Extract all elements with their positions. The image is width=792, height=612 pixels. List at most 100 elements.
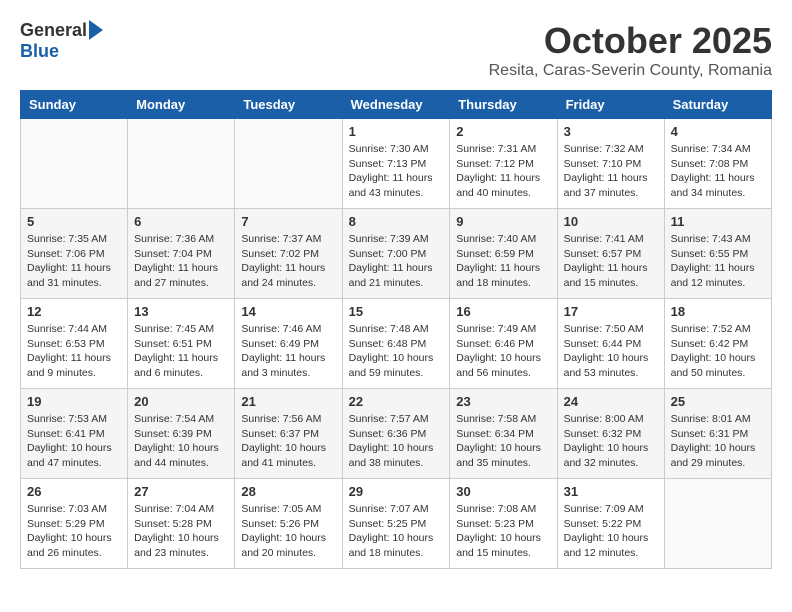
calendar-day-cell: 26 Sunrise: 7:03 AM Sunset: 5:29 PM Dayli… (21, 479, 128, 569)
calendar-table: SundayMondayTuesdayWednesdayThursdayFrid… (20, 90, 772, 569)
day-info: Sunrise: 7:09 AM Sunset: 5:22 PM Dayligh… (564, 502, 658, 561)
calendar-day-cell: 6Sunrise: 7:36 AM Sunset: 7:04 PM Daylig… (128, 209, 235, 299)
weekday-header-row: SundayMondayTuesdayWednesdayThursdayFrid… (21, 91, 772, 119)
day-info: Sunrise: 7:41 AM Sunset: 6:57 PM Dayligh… (564, 232, 658, 291)
calendar-day-cell: 17 Sunrise: 7:50 AM Sunset: 6:44 PM Dayli… (557, 299, 664, 389)
day-number: 8 (349, 214, 444, 229)
calendar-day-cell (128, 119, 235, 209)
calendar-day-cell: 31 Sunrise: 7:09 AM Sunset: 5:22 PM Dayli… (557, 479, 664, 569)
day-info: Sunrise: 7:34 AM Sunset: 7:08 PM Dayligh… (671, 142, 765, 201)
page-header: General Blue October 2025 Resita, Caras-… (20, 20, 772, 80)
calendar-day-cell: 14 Sunrise: 7:46 AM Sunset: 6:49 PM Dayli… (235, 299, 342, 389)
day-number: 11 (671, 214, 765, 229)
day-number: 3 (564, 124, 658, 139)
day-number: 1 (349, 124, 444, 139)
day-info: Sunrise: 7:37 AM Sunset: 7:02 PM Dayligh… (241, 232, 335, 291)
day-info: Sunrise: 7:03 AM Sunset: 5:29 PM Dayligh… (27, 502, 121, 561)
calendar-week-row: 1 Sunrise: 7:30 AM Sunset: 7:13 PM Daylig… (21, 119, 772, 209)
calendar-day-cell: 16Sunrise: 7:49 AM Sunset: 6:46 PM Dayli… (450, 299, 557, 389)
day-info: Sunrise: 7:08 AM Sunset: 5:23 PM Dayligh… (456, 502, 550, 561)
weekday-header-wednesday: Wednesday (342, 91, 450, 119)
day-info: Sunrise: 7:43 AM Sunset: 6:55 PM Dayligh… (671, 232, 765, 291)
calendar-day-cell (21, 119, 128, 209)
day-info: Sunrise: 8:00 AM Sunset: 6:32 PM Dayligh… (564, 412, 658, 471)
day-info: Sunrise: 7:46 AM Sunset: 6:49 PM Dayligh… (241, 322, 335, 381)
calendar-day-cell: 12Sunrise: 7:44 AM Sunset: 6:53 PM Dayli… (21, 299, 128, 389)
day-number: 22 (349, 394, 444, 409)
day-info: Sunrise: 7:52 AM Sunset: 6:42 PM Dayligh… (671, 322, 765, 381)
calendar-day-cell: 18Sunrise: 7:52 AM Sunset: 6:42 PM Dayli… (664, 299, 771, 389)
day-info: Sunrise: 7:04 AM Sunset: 5:28 PM Dayligh… (134, 502, 228, 561)
title-section: October 2025 Resita, Caras-Severin Count… (489, 20, 772, 80)
calendar-day-cell: 3 Sunrise: 7:32 AM Sunset: 7:10 PM Daylig… (557, 119, 664, 209)
day-number: 14 (241, 304, 335, 319)
calendar-day-cell: 1 Sunrise: 7:30 AM Sunset: 7:13 PM Daylig… (342, 119, 450, 209)
month-title: October 2025 (489, 20, 772, 62)
day-number: 24 (564, 394, 658, 409)
day-info: Sunrise: 7:45 AM Sunset: 6:51 PM Dayligh… (134, 322, 228, 381)
day-number: 30 (456, 484, 550, 499)
calendar-day-cell: 29 Sunrise: 7:07 AM Sunset: 5:25 PM Dayli… (342, 479, 450, 569)
day-number: 2 (456, 124, 550, 139)
day-number: 20 (134, 394, 228, 409)
day-info: Sunrise: 7:30 AM Sunset: 7:13 PM Dayligh… (349, 142, 444, 201)
calendar-day-cell: 5 Sunrise: 7:35 AM Sunset: 7:06 PM Daylig… (21, 209, 128, 299)
day-number: 21 (241, 394, 335, 409)
calendar-day-cell: 27 Sunrise: 7:04 AM Sunset: 5:28 PM Dayli… (128, 479, 235, 569)
calendar-day-cell: 4 Sunrise: 7:34 AM Sunset: 7:08 PM Daylig… (664, 119, 771, 209)
day-info: Sunrise: 7:35 AM Sunset: 7:06 PM Dayligh… (27, 232, 121, 291)
logo-arrow-icon (89, 20, 103, 40)
calendar-week-row: 5 Sunrise: 7:35 AM Sunset: 7:06 PM Daylig… (21, 209, 772, 299)
calendar-day-cell: 25Sunrise: 8:01 AM Sunset: 6:31 PM Dayli… (664, 389, 771, 479)
day-info: Sunrise: 7:44 AM Sunset: 6:53 PM Dayligh… (27, 322, 121, 381)
day-number: 25 (671, 394, 765, 409)
weekday-header-monday: Monday (128, 91, 235, 119)
calendar-day-cell: 20Sunrise: 7:54 AM Sunset: 6:39 PM Dayli… (128, 389, 235, 479)
day-info: Sunrise: 7:36 AM Sunset: 7:04 PM Dayligh… (134, 232, 228, 291)
day-info: Sunrise: 7:58 AM Sunset: 6:34 PM Dayligh… (456, 412, 550, 471)
day-number: 28 (241, 484, 335, 499)
weekday-header-friday: Friday (557, 91, 664, 119)
logo-blue-text: Blue (20, 41, 59, 62)
day-number: 23 (456, 394, 550, 409)
calendar-day-cell (664, 479, 771, 569)
day-info: Sunrise: 7:39 AM Sunset: 7:00 PM Dayligh… (349, 232, 444, 291)
calendar-day-cell: 8 Sunrise: 7:39 AM Sunset: 7:00 PM Daylig… (342, 209, 450, 299)
location-subtitle: Resita, Caras-Severin County, Romania (489, 62, 772, 80)
calendar-day-cell: 21 Sunrise: 7:56 AM Sunset: 6:37 PM Dayli… (235, 389, 342, 479)
day-number: 10 (564, 214, 658, 229)
calendar-day-cell: 10 Sunrise: 7:41 AM Sunset: 6:57 PM Dayli… (557, 209, 664, 299)
day-info: Sunrise: 7:48 AM Sunset: 6:48 PM Dayligh… (349, 322, 444, 381)
day-info: Sunrise: 7:05 AM Sunset: 5:26 PM Dayligh… (241, 502, 335, 561)
day-info: Sunrise: 7:32 AM Sunset: 7:10 PM Dayligh… (564, 142, 658, 201)
day-number: 17 (564, 304, 658, 319)
day-info: Sunrise: 7:56 AM Sunset: 6:37 PM Dayligh… (241, 412, 335, 471)
calendar-day-cell: 23 Sunrise: 7:58 AM Sunset: 6:34 PM Dayli… (450, 389, 557, 479)
calendar-day-cell: 7 Sunrise: 7:37 AM Sunset: 7:02 PM Daylig… (235, 209, 342, 299)
weekday-header-saturday: Saturday (664, 91, 771, 119)
calendar-week-row: 19Sunrise: 7:53 AM Sunset: 6:41 PM Dayli… (21, 389, 772, 479)
calendar-day-cell (235, 119, 342, 209)
calendar-day-cell: 28 Sunrise: 7:05 AM Sunset: 5:26 PM Dayli… (235, 479, 342, 569)
calendar-day-cell: 22Sunrise: 7:57 AM Sunset: 6:36 PM Dayli… (342, 389, 450, 479)
day-number: 26 (27, 484, 121, 499)
day-info: Sunrise: 7:31 AM Sunset: 7:12 PM Dayligh… (456, 142, 550, 201)
day-number: 27 (134, 484, 228, 499)
day-info: Sunrise: 7:50 AM Sunset: 6:44 PM Dayligh… (564, 322, 658, 381)
day-info: Sunrise: 7:07 AM Sunset: 5:25 PM Dayligh… (349, 502, 444, 561)
day-number: 15 (349, 304, 444, 319)
calendar-week-row: 26 Sunrise: 7:03 AM Sunset: 5:29 PM Dayli… (21, 479, 772, 569)
logo: General Blue (20, 20, 103, 62)
day-number: 31 (564, 484, 658, 499)
calendar-day-cell: 15 Sunrise: 7:48 AM Sunset: 6:48 PM Dayli… (342, 299, 450, 389)
day-info: Sunrise: 7:49 AM Sunset: 6:46 PM Dayligh… (456, 322, 550, 381)
weekday-header-tuesday: Tuesday (235, 91, 342, 119)
day-info: Sunrise: 7:40 AM Sunset: 6:59 PM Dayligh… (456, 232, 550, 291)
day-number: 5 (27, 214, 121, 229)
logo-general-text: General (20, 20, 87, 41)
day-number: 4 (671, 124, 765, 139)
day-info: Sunrise: 7:53 AM Sunset: 6:41 PM Dayligh… (27, 412, 121, 471)
day-number: 29 (349, 484, 444, 499)
weekday-header-thursday: Thursday (450, 91, 557, 119)
day-number: 7 (241, 214, 335, 229)
